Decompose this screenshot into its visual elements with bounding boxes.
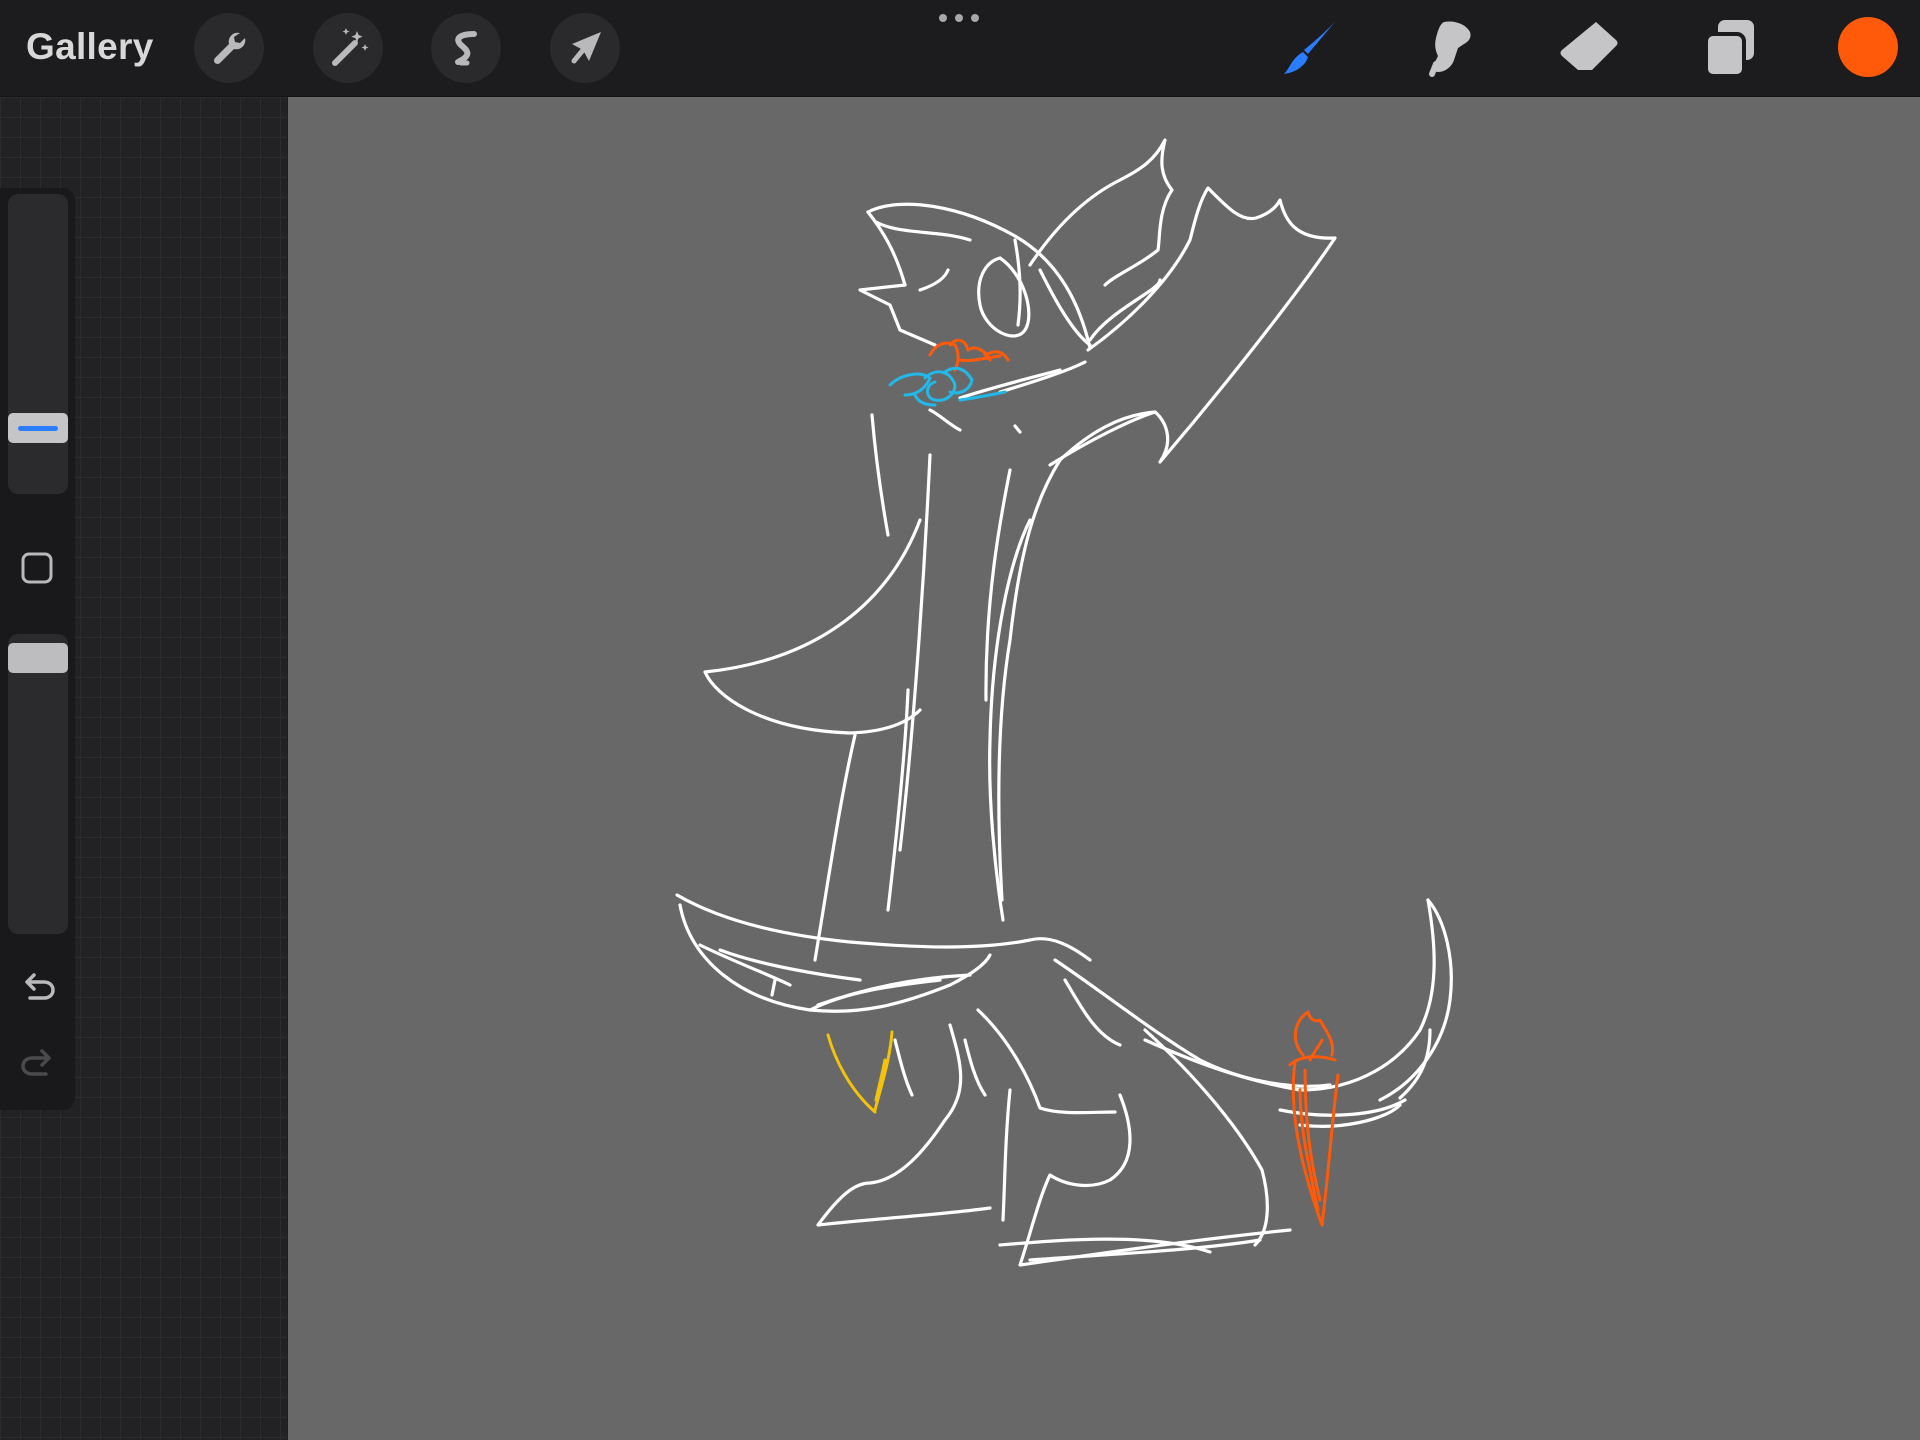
brush-size-slider-thumb[interactable] <box>8 413 68 443</box>
adjustments-button[interactable] <box>313 13 383 83</box>
square-modify-icon <box>21 552 53 584</box>
dot-icon <box>971 14 979 22</box>
redo-button[interactable] <box>18 1044 58 1084</box>
smudge-tool-button[interactable] <box>1412 12 1484 84</box>
eraser-icon <box>1560 22 1618 70</box>
actions-button[interactable] <box>194 13 264 83</box>
magic-wand-icon <box>332 28 369 66</box>
color-swatch-button[interactable] <box>1838 17 1898 77</box>
sketch-drawing <box>288 97 1920 1440</box>
modify-button[interactable] <box>20 551 54 585</box>
wrench-icon <box>213 32 246 65</box>
size-indicator-line <box>18 426 58 431</box>
brush-icon <box>1284 18 1338 74</box>
brush-tool-button[interactable] <box>1274 12 1346 84</box>
selection-button[interactable] <box>431 13 501 83</box>
drawing-canvas[interactable] <box>288 97 1920 1440</box>
arrow-cursor-icon <box>571 32 601 64</box>
brush-opacity-slider[interactable] <box>8 634 68 934</box>
gallery-button[interactable]: Gallery <box>26 24 154 70</box>
layers-icon <box>1704 20 1754 78</box>
eraser-tool-button[interactable] <box>1552 12 1624 84</box>
layers-tool-button[interactable] <box>1694 12 1766 84</box>
procreate-app: Gallery <box>0 0 1920 1440</box>
brush-opacity-slider-thumb[interactable] <box>8 643 68 673</box>
undo-button[interactable] <box>18 968 58 1008</box>
selection-s-icon <box>455 31 477 66</box>
brush-size-slider[interactable] <box>8 194 68 494</box>
undo-arrow-icon <box>25 973 55 1000</box>
redo-arrow-icon <box>21 1049 51 1076</box>
more-options-handle[interactable] <box>937 12 983 24</box>
left-sidebar <box>0 188 75 1110</box>
dot-icon <box>955 14 963 22</box>
transform-button[interactable] <box>550 13 620 83</box>
dot-icon <box>939 14 947 22</box>
top-toolbar: Gallery <box>0 0 1920 97</box>
smudge-finger-icon <box>1429 21 1471 77</box>
